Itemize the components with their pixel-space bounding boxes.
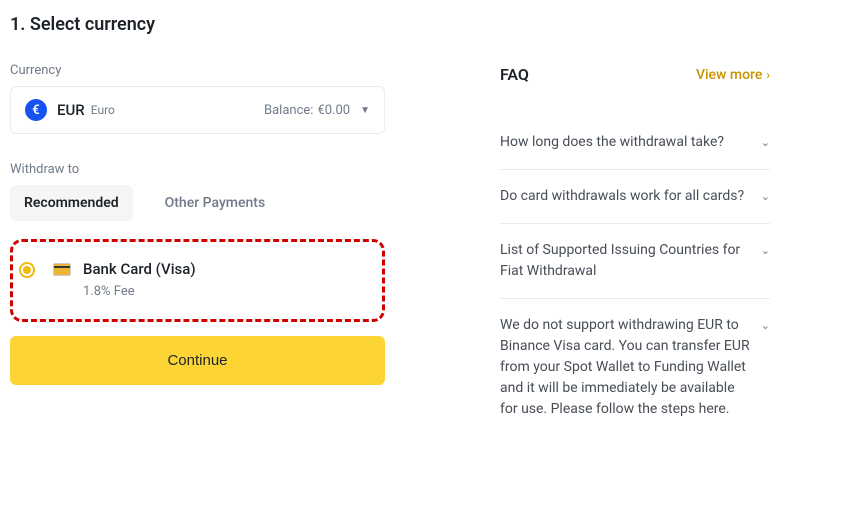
currency-selector[interactable]: € EUR Euro Balance: €0.00 ▼ [10,86,385,134]
euro-icon: € [25,99,47,121]
currency-name: Euro [91,103,115,117]
faq-question: How long does the withdrawal take? [500,132,734,153]
chevron-down-icon: ⌄ [761,244,770,257]
faq-question: List of Supported Issuing Countries for … [500,240,761,282]
faq-item[interactable]: Do card withdrawals work for all cards? … [500,170,770,224]
option-fee: 1.8% Fee [83,284,196,299]
radio-selected-icon[interactable] [19,262,35,278]
faq-item[interactable]: We do not support withdrawing EUR to Bin… [500,299,770,436]
faq-item[interactable]: List of Supported Issuing Countries for … [500,224,770,299]
chevron-down-icon: ⌄ [761,136,770,149]
withdraw-to-label: Withdraw to [10,162,385,177]
chevron-down-icon: ⌄ [761,319,770,332]
continue-button[interactable]: Continue [10,336,385,385]
chevron-right-icon: › [766,68,770,82]
balance: Balance: €0.00 ▼ [264,103,370,118]
highlighted-option: Bank Card (Visa) 1.8% Fee [10,239,385,322]
currency-code: EUR [57,101,85,119]
currency-label: Currency [10,63,385,78]
faq-question: We do not support withdrawing EUR to Bin… [500,315,761,420]
faq-title: FAQ [500,65,529,84]
faq-question: Do card withdrawals work for all cards? [500,186,754,207]
option-title: Bank Card (Visa) [83,260,196,278]
payment-option-bank-card[interactable]: Bank Card (Visa) 1.8% Fee [19,260,372,299]
tab-recommended[interactable]: Recommended [10,185,133,221]
chevron-down-icon: ⌄ [761,190,770,203]
card-icon [53,263,71,276]
view-more-link[interactable]: View more › [696,67,770,83]
tab-other-payments[interactable]: Other Payments [151,185,280,221]
withdraw-tabs: Recommended Other Payments [10,185,385,221]
chevron-down-icon: ▼ [360,105,370,116]
faq-item[interactable]: How long does the withdrawal take? ⌄ [500,116,770,170]
step-title: 1. Select currency [10,14,385,35]
